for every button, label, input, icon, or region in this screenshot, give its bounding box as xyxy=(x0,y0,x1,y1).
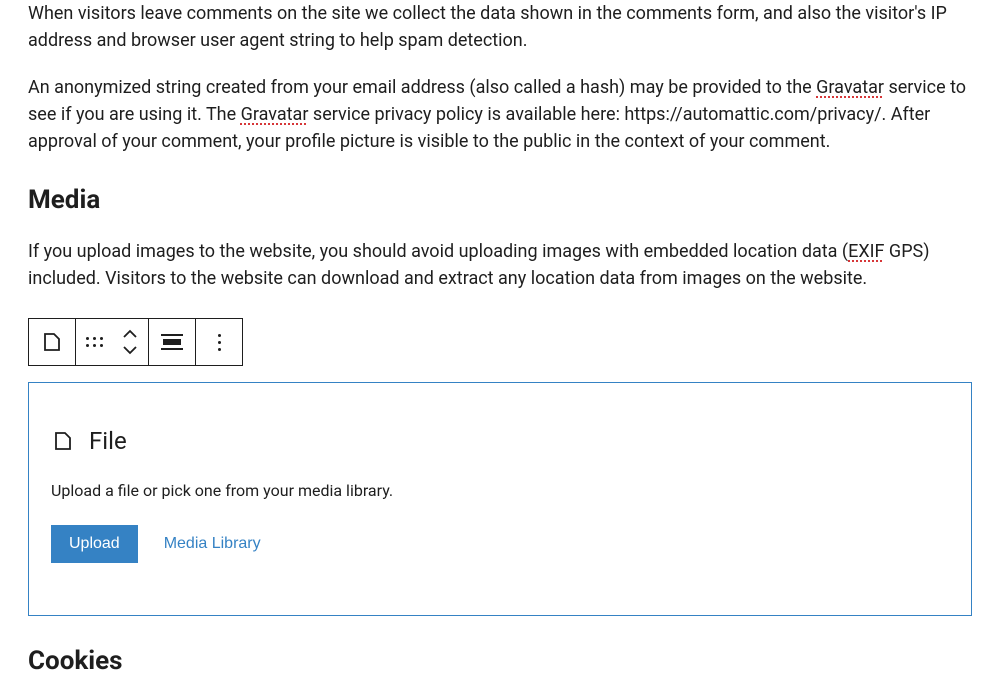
block-type-button[interactable] xyxy=(29,319,75,365)
file-block[interactable]: File Upload a file or pick one from your… xyxy=(28,382,972,616)
block-toolbar xyxy=(28,318,243,366)
paragraph-gravatar: An anonymized string created from your e… xyxy=(28,74,972,155)
file-icon xyxy=(51,429,75,453)
move-down-button[interactable] xyxy=(120,342,140,356)
paragraph-media: If you upload images to the website, you… xyxy=(28,238,972,292)
drag-icon xyxy=(86,337,103,347)
chevron-up-icon xyxy=(120,329,140,341)
toolbar-group-block xyxy=(29,319,76,365)
move-up-button[interactable] xyxy=(120,328,140,342)
file-block-title: File xyxy=(89,423,127,459)
upload-button[interactable]: Upload xyxy=(51,525,138,563)
more-options-button[interactable] xyxy=(196,319,242,365)
toolbar-group-align xyxy=(149,319,196,365)
more-icon xyxy=(218,334,221,351)
chevron-down-icon xyxy=(120,343,140,355)
toolbar-group-move xyxy=(76,319,149,365)
heading-media: Media xyxy=(28,181,972,220)
media-library-button[interactable]: Media Library xyxy=(164,535,261,553)
heading-cookies: Cookies xyxy=(28,642,972,681)
file-block-actions: Upload Media Library xyxy=(51,525,949,563)
spellcheck-gravatar-2: Gravatar xyxy=(241,104,309,125)
align-icon xyxy=(161,334,183,350)
file-icon xyxy=(40,330,64,354)
move-arrows xyxy=(112,319,148,365)
paragraph-comments: When visitors leave comments on the site… xyxy=(28,0,972,54)
file-block-header: File xyxy=(51,423,949,459)
spellcheck-exif: EXIF xyxy=(848,241,884,262)
spellcheck-gravatar-1: Gravatar xyxy=(816,77,884,98)
drag-handle-button[interactable] xyxy=(76,319,112,365)
toolbar-group-more xyxy=(196,319,242,365)
align-button[interactable] xyxy=(149,319,195,365)
file-block-description: Upload a file or pick one from your medi… xyxy=(51,479,949,503)
